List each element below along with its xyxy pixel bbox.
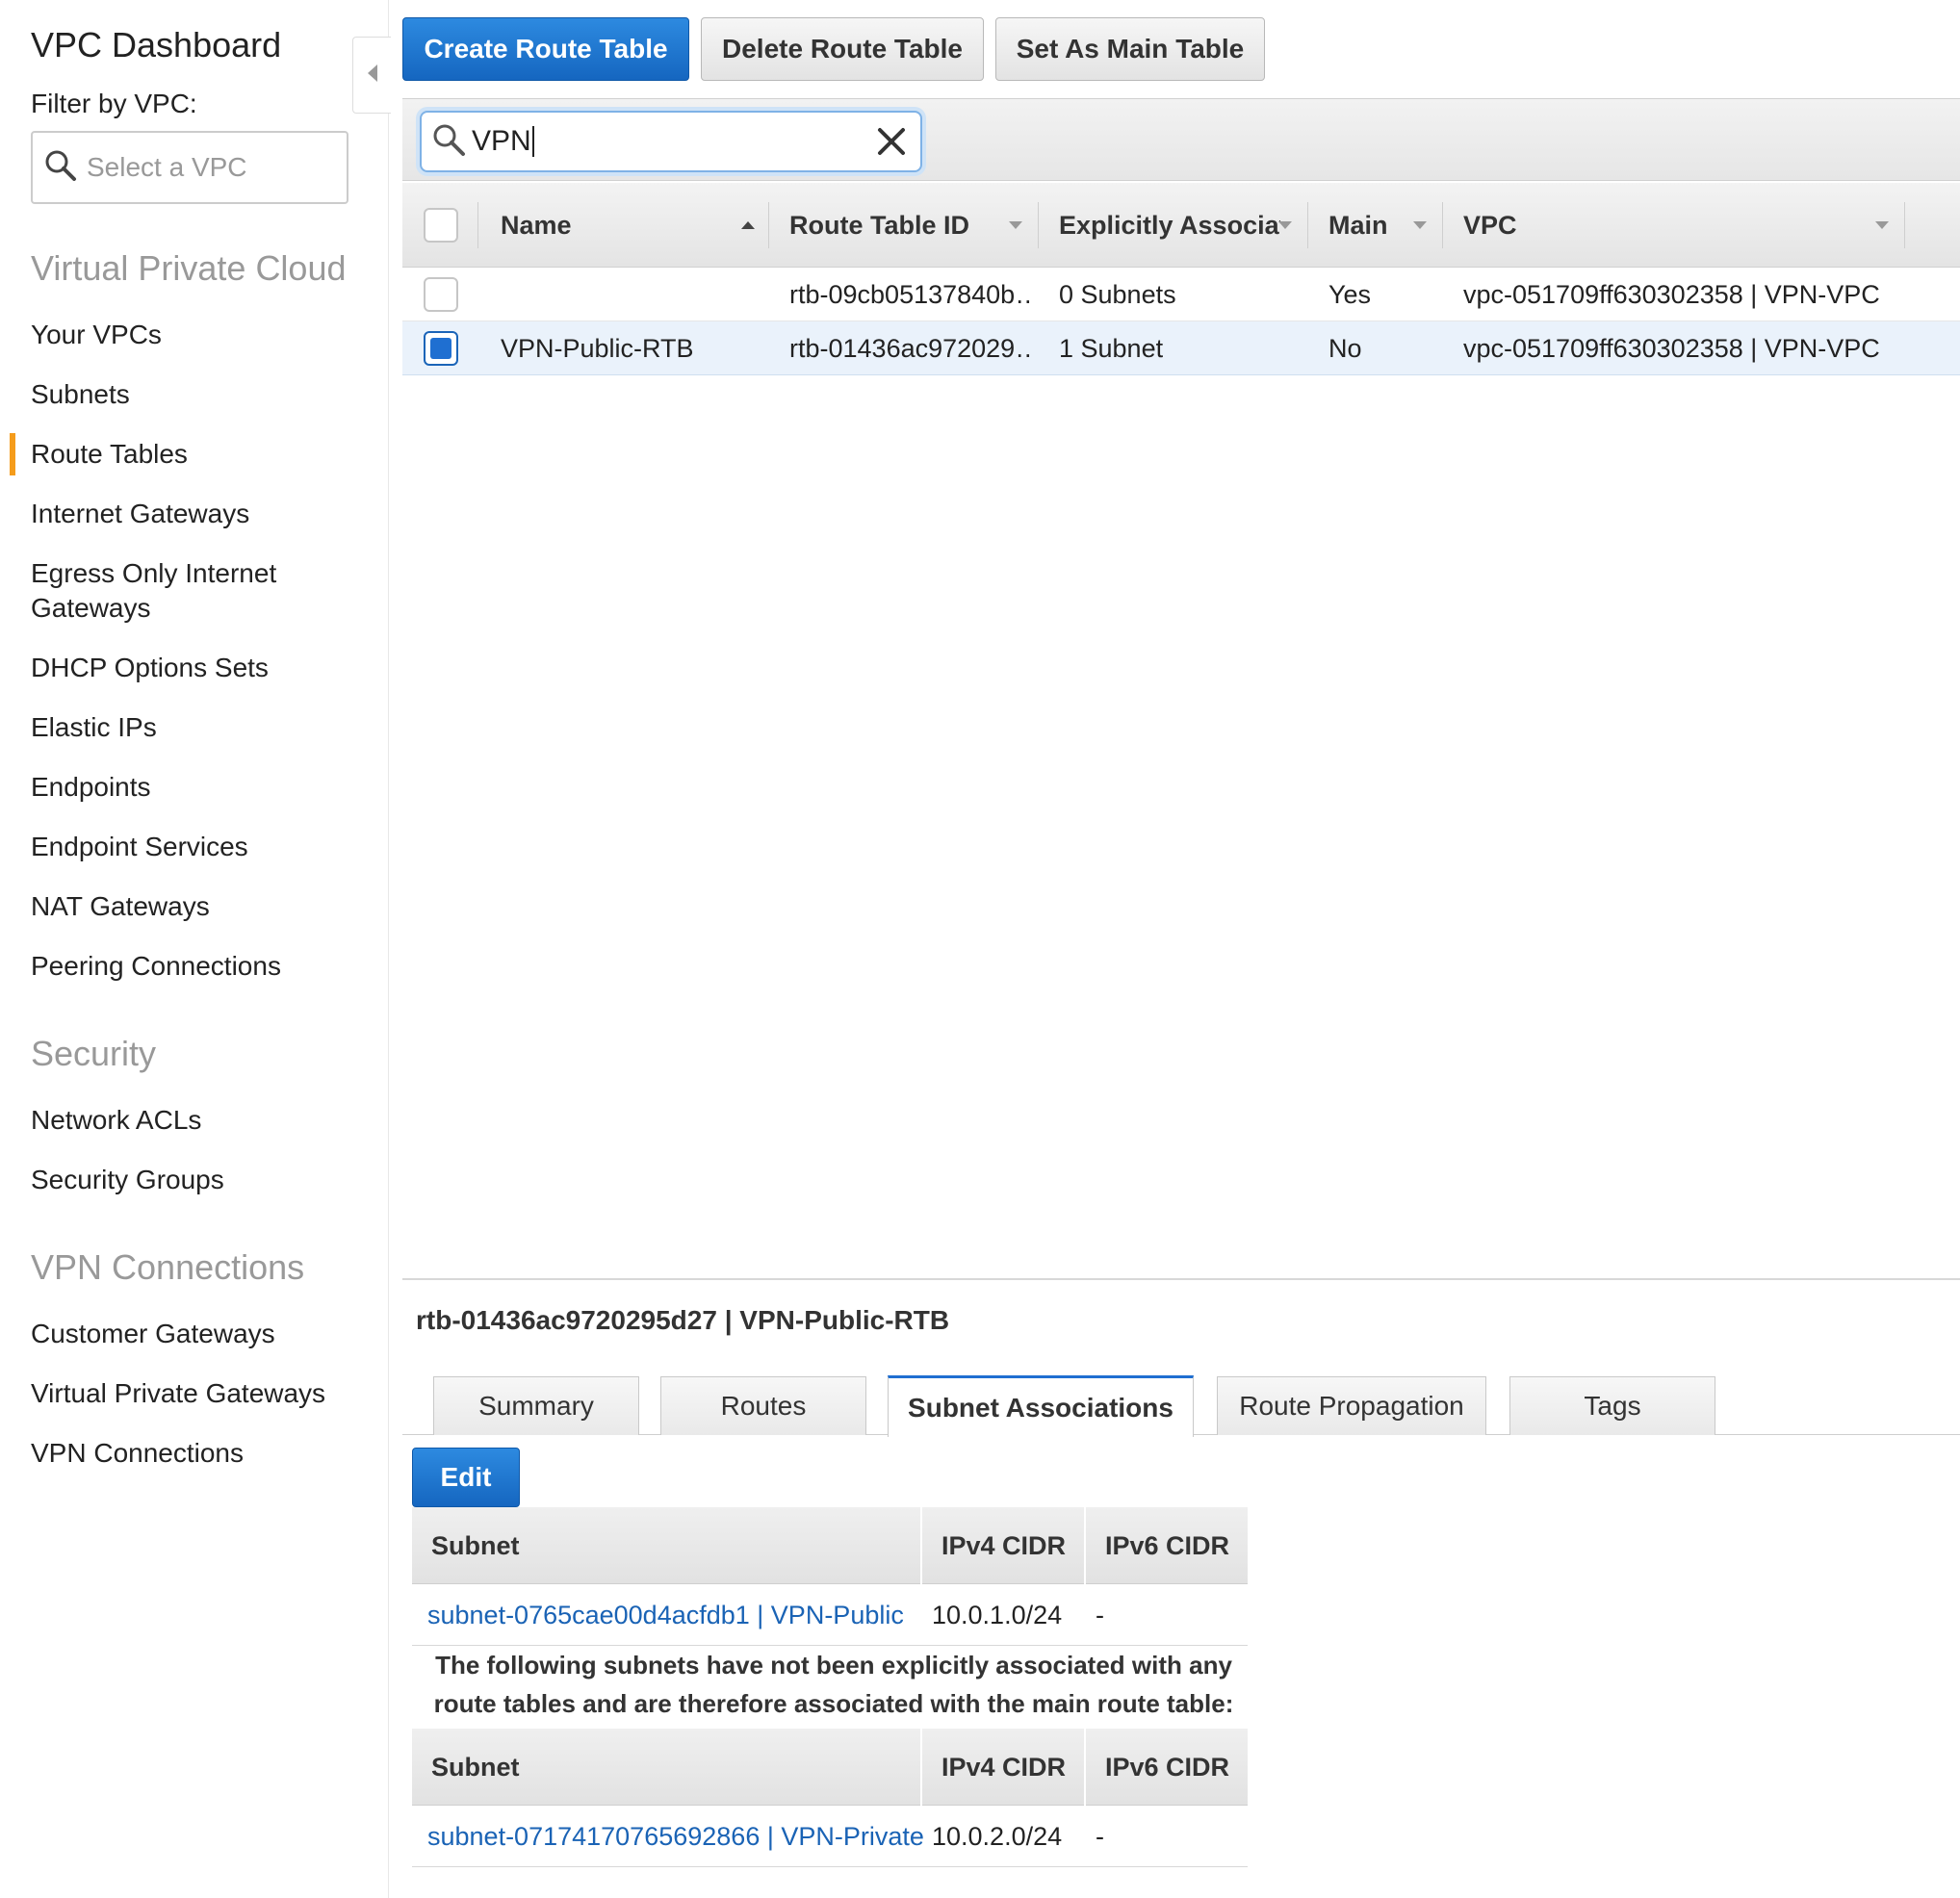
section-heading-vpn: VPN Connections [31, 1247, 305, 1287]
sidebar-item-elastic-ips[interactable]: Elastic IPs [31, 710, 358, 745]
cell-main: No [1328, 333, 1362, 363]
table-row: subnet-07174170765692866 | VPN-Private 1… [412, 1806, 1248, 1867]
sidebar-item-your-vpcs[interactable]: Your VPCs [31, 318, 358, 352]
detail-title: rtb-01436ac9720295d27 | VPN-Public-RTB [416, 1305, 950, 1335]
sidebar-item-dhcp-options-sets[interactable]: DHCP Options Sets [31, 651, 358, 685]
sidebar-item-peering-connections[interactable]: Peering Connections [31, 949, 358, 984]
cell-explicit-association: 0 Subnets [1059, 279, 1176, 309]
sort-icon[interactable] [1413, 221, 1427, 229]
sort-icon[interactable] [1009, 221, 1022, 229]
search-icon [44, 149, 77, 187]
sidebar-item-nat-gateways[interactable]: NAT Gateways [31, 889, 358, 924]
sort-ascending-icon[interactable] [741, 221, 755, 229]
column-ipv4-cidr: IPv4 CIDR [941, 1530, 1067, 1560]
subnet-link[interactable]: subnet-07174170765692866 | VPN-Private [427, 1806, 924, 1867]
create-route-table-button[interactable]: Create Route Table [402, 17, 689, 81]
cell-ipv6-cidr: - [1096, 1821, 1104, 1851]
column-route-table-id[interactable]: Route Table ID [789, 183, 969, 268]
tab-route-propagation[interactable]: Route Propagation [1217, 1376, 1486, 1435]
cell-name: VPN-Public-RTB [501, 333, 694, 363]
cell-explicit-association: 1 Subnet [1059, 333, 1164, 363]
set-as-main-table-button[interactable]: Set As Main Table [995, 17, 1265, 81]
sidebar-item-internet-gateways[interactable]: Internet Gateways [31, 497, 358, 531]
sidebar-item-subnets[interactable]: Subnets [31, 377, 358, 412]
sidebar-item-network-acls[interactable]: Network ACLs [31, 1103, 358, 1138]
clear-search-icon[interactable] [874, 124, 909, 159]
search-icon [431, 122, 466, 162]
table-header: Name Route Table ID Explicitly Associat … [402, 183, 1960, 268]
sort-icon[interactable] [1278, 221, 1292, 229]
sidebar-title[interactable]: VPC Dashboard [31, 25, 281, 65]
tab-summary[interactable]: Summary [433, 1376, 639, 1435]
sidebar-item-egress-only-internet-gateways[interactable]: Egress Only Internet Gateways [31, 556, 358, 626]
text-caret [531, 126, 534, 157]
detail-pane: rtb-01436ac9720295d27 | VPN-Public-RTB S… [402, 1278, 1960, 1898]
route-tables-table: Name Route Table ID Explicitly Associat … [402, 183, 1960, 375]
sidebar-item-endpoints[interactable]: Endpoints [31, 770, 358, 805]
sidebar-item-customer-gateways[interactable]: Customer Gateways [31, 1317, 358, 1351]
column-explicitly-associated[interactable]: Explicitly Associat [1059, 183, 1280, 268]
vpc-filter-placeholder: Select a VPC [87, 152, 247, 182]
explicit-associations-table: Subnet IPv4 CIDR IPv6 CIDR subnet-0765ca… [412, 1507, 1248, 1646]
sidebar-item-virtual-private-gateways[interactable]: Virtual Private Gateways [31, 1376, 358, 1411]
table-header: Subnet IPv4 CIDR IPv6 CIDR [412, 1507, 1248, 1584]
vpc-filter-select[interactable]: Select a VPC [31, 131, 348, 204]
row-checkbox[interactable] [424, 277, 458, 312]
table-row[interactable]: rtb-09cb05137840b… 0 Subnets Yes vpc-051… [402, 268, 1960, 321]
table-row: subnet-0765cae00d4acfdb1 | VPN-Public 10… [412, 1584, 1248, 1646]
delete-route-table-button[interactable]: Delete Route Table [701, 17, 984, 81]
search-value: VPN [472, 125, 531, 157]
sidebar-item-route-tables[interactable]: Route Tables [10, 433, 358, 475]
section-heading-security: Security [31, 1034, 157, 1073]
chevron-left-icon [366, 63, 379, 89]
subnet-link[interactable]: subnet-0765cae00d4acfdb1 | VPN-Public [427, 1584, 904, 1646]
column-main[interactable]: Main [1328, 183, 1388, 268]
table-row-selected[interactable]: VPN-Public-RTB rtb-01436ac972029… 1 Subn… [402, 321, 1960, 375]
cell-route-table-id: rtb-01436ac972029… [789, 333, 1030, 363]
main-associations-table: Subnet IPv4 CIDR IPv6 CIDR subnet-071741… [412, 1729, 1248, 1867]
search-input[interactable]: VPN [420, 111, 922, 172]
sidebar: VPC Dashboard Filter by VPC: Select a VP… [0, 0, 389, 1898]
sidebar-item-security-groups[interactable]: Security Groups [31, 1163, 358, 1197]
tab-subnet-associations[interactable]: Subnet Associations [888, 1375, 1194, 1437]
sidebar-item-vpn-connections[interactable]: VPN Connections [31, 1436, 358, 1471]
row-checkbox-checked[interactable] [424, 331, 458, 366]
cell-ipv6-cidr: - [1096, 1600, 1104, 1629]
filter-label: Filter by VPC: [31, 89, 197, 118]
cell-main: Yes [1328, 279, 1372, 309]
section-heading-vpc: Virtual Private Cloud [31, 248, 347, 288]
main-route-table-note: The following subnets have not been expl… [433, 1651, 1234, 1718]
cell-route-table-id: rtb-09cb05137840b… [789, 279, 1030, 309]
sort-icon[interactable] [1875, 221, 1889, 229]
tab-routes[interactable]: Routes [660, 1376, 866, 1435]
collapse-sidebar-button[interactable] [352, 37, 391, 114]
cell-ipv4-cidr: 10.0.2.0/24 [932, 1821, 1063, 1851]
table-header: Subnet IPv4 CIDR IPv6 CIDR [412, 1729, 1248, 1806]
column-subnet: Subnet [431, 1530, 520, 1560]
column-subnet: Subnet [431, 1752, 520, 1782]
cell-ipv4-cidr: 10.0.1.0/24 [932, 1600, 1063, 1629]
cell-vpc: vpc-051709ff630302358 | VPN-VPC [1463, 333, 1880, 363]
select-all-checkbox[interactable] [424, 208, 458, 243]
edit-button[interactable]: Edit [412, 1448, 520, 1507]
column-name[interactable]: Name [501, 183, 572, 268]
sidebar-item-endpoint-services[interactable]: Endpoint Services [31, 830, 358, 864]
filter-bar: VPN [402, 98, 1960, 181]
column-ipv4-cidr: IPv4 CIDR [941, 1752, 1067, 1782]
cell-vpc: vpc-051709ff630302358 | VPN-VPC [1463, 279, 1880, 309]
column-ipv6-cidr: IPv6 CIDR [1105, 1752, 1230, 1782]
column-vpc[interactable]: VPC [1463, 183, 1517, 268]
column-ipv6-cidr: IPv6 CIDR [1105, 1530, 1230, 1560]
tab-tags[interactable]: Tags [1509, 1376, 1715, 1435]
